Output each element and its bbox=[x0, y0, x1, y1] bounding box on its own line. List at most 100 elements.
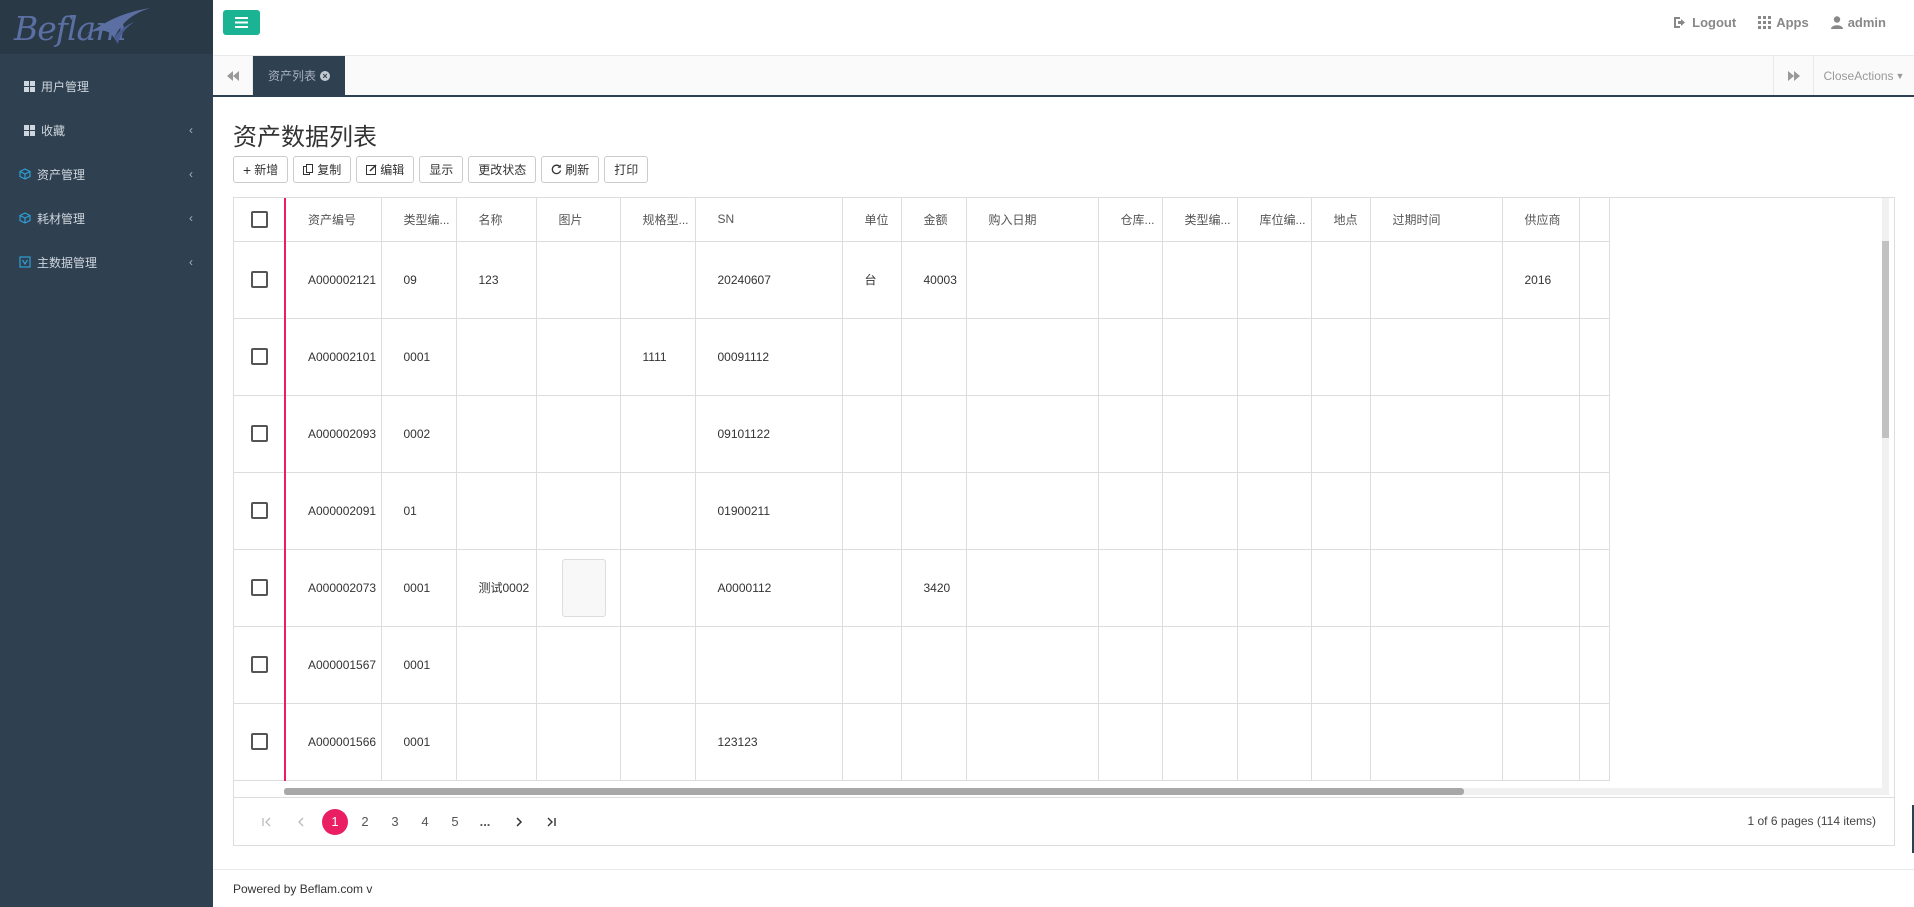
page-info: 1 of 6 pages (114 items) bbox=[1747, 814, 1876, 828]
sidebar-item-label: 收藏 bbox=[41, 123, 66, 138]
table-cell bbox=[1502, 395, 1580, 473]
page-ellipsis[interactable]: ... bbox=[472, 809, 498, 835]
horizontal-scrollbar[interactable] bbox=[284, 788, 1889, 795]
column-header[interactable]: 类型编... bbox=[1162, 198, 1238, 242]
apps-link[interactable]: Apps bbox=[1758, 15, 1809, 30]
column-header[interactable]: 资产编号 bbox=[285, 198, 382, 242]
print-label: 打印 bbox=[614, 163, 639, 177]
bird-logo-icon bbox=[86, 8, 150, 44]
main-content: 资产数据列表 + 新增 复制 编辑 显示 更改状态 刷新 打印 资产编号 类型编… bbox=[213, 97, 1914, 869]
first-page-icon bbox=[262, 817, 271, 826]
user-name: admin bbox=[1847, 15, 1886, 30]
sidebar-item-1[interactable]: 收藏 ‹ bbox=[0, 108, 213, 152]
sidebar-menu: 用户管理 收藏 ‹ 资产管理 ‹ 耗材管理 ‹ 主数据管理 ‹ bbox=[0, 54, 213, 284]
tab-scroll-left-button[interactable] bbox=[213, 56, 253, 95]
column-header[interactable]: 地点 bbox=[1311, 198, 1371, 242]
column-header[interactable]: 名称 bbox=[456, 198, 537, 242]
row-checkbox[interactable] bbox=[250, 271, 268, 288]
refresh-button[interactable]: 刷新 bbox=[541, 156, 600, 183]
column-header[interactable]: 规格型... bbox=[620, 198, 696, 242]
sidebar-item-4[interactable]: 主数据管理 ‹ bbox=[0, 240, 213, 284]
table-row[interactable]: A000001566 0001 123123 bbox=[234, 703, 1610, 781]
column-header[interactable]: 金额 bbox=[901, 198, 967, 242]
table-cell: 0001 bbox=[381, 318, 457, 396]
sidebar-item-2[interactable]: 资产管理 ‹ bbox=[0, 152, 213, 196]
table-row[interactable]: A000002121 09 123 20240607 台 40003 2016 bbox=[234, 241, 1610, 319]
show-button[interactable]: 显示 bbox=[419, 156, 464, 183]
sidebar-item-0[interactable]: 用户管理 bbox=[0, 64, 213, 108]
table-row[interactable]: A000002091 01 01900211 bbox=[234, 472, 1610, 550]
column-header[interactable]: 类型编... bbox=[381, 198, 457, 242]
vertical-scrollbar[interactable] bbox=[1882, 198, 1889, 788]
row-checkbox[interactable] bbox=[250, 502, 268, 519]
table-cell: 09101122 bbox=[695, 395, 843, 473]
change-status-button[interactable]: 更改状态 bbox=[468, 156, 537, 183]
edit-button[interactable]: 编辑 bbox=[356, 156, 415, 183]
tab-scroll-right-button[interactable] bbox=[1773, 56, 1813, 95]
page-title: 资产数据列表 bbox=[233, 124, 377, 151]
horizontal-scroll-thumb[interactable] bbox=[284, 788, 1464, 795]
table-cell bbox=[842, 318, 902, 396]
vertical-scroll-thumb[interactable] bbox=[1882, 241, 1889, 438]
select-all-checkbox[interactable] bbox=[250, 210, 268, 228]
table-row[interactable]: A000002101 0001 1111 00091112 bbox=[234, 318, 1610, 396]
table-cell bbox=[1098, 626, 1163, 704]
logo[interactable]: Beflam bbox=[0, 0, 213, 54]
last-page-button[interactable] bbox=[538, 809, 564, 835]
refresh-icon bbox=[552, 164, 562, 175]
logout-link[interactable]: Logout bbox=[1673, 15, 1736, 30]
menu-toggle-button[interactable] bbox=[223, 10, 260, 35]
column-header[interactable]: 过期时间 bbox=[1370, 198, 1503, 242]
page-button-1[interactable]: 1 bbox=[322, 808, 348, 835]
column-header[interactable]: 图片 bbox=[536, 198, 621, 242]
table-cell bbox=[1162, 318, 1238, 396]
page-button-4[interactable]: 4 bbox=[412, 809, 438, 835]
row-checkbox[interactable] bbox=[250, 579, 268, 596]
next-page-button[interactable] bbox=[506, 809, 532, 835]
page-button-3[interactable]: 3 bbox=[382, 809, 408, 835]
page-button-2[interactable]: 2 bbox=[352, 809, 378, 835]
table-cell bbox=[536, 703, 621, 781]
table-cell: 01900211 bbox=[695, 472, 843, 550]
database-icon bbox=[19, 256, 31, 268]
column-header[interactable]: SN bbox=[695, 198, 843, 242]
column-header[interactable]: 购入日期 bbox=[966, 198, 1099, 242]
column-header[interactable]: 单位 bbox=[842, 198, 902, 242]
table-row[interactable]: A000001567 0001 bbox=[234, 626, 1610, 704]
row-checkbox[interactable] bbox=[250, 348, 268, 365]
table-cell bbox=[536, 395, 621, 473]
tab-asset-list[interactable]: 资产列表 × bbox=[253, 56, 345, 95]
column-header[interactable]: 供应商 bbox=[1502, 198, 1580, 242]
table-row[interactable]: A000002073 0001 测试0002 A0000112 3420 bbox=[234, 549, 1610, 627]
row-checkbox[interactable] bbox=[250, 656, 268, 673]
table-cell-extra bbox=[1579, 395, 1610, 473]
page-button-5[interactable]: 5 bbox=[442, 809, 468, 835]
row-checkbox[interactable] bbox=[250, 425, 268, 442]
table-cell: A000002101 bbox=[285, 318, 382, 396]
user-menu[interactable]: admin bbox=[1830, 15, 1886, 30]
print-button[interactable]: 打印 bbox=[604, 156, 649, 183]
table-cell: 0001 bbox=[381, 626, 457, 704]
table-cell bbox=[1098, 318, 1163, 396]
sidebar-item-3[interactable]: 耗材管理 ‹ bbox=[0, 196, 213, 240]
table-cell: 0001 bbox=[381, 549, 457, 627]
row-checkbox[interactable] bbox=[250, 733, 268, 750]
prev-page-button[interactable] bbox=[288, 809, 314, 835]
table-cell bbox=[1237, 241, 1312, 319]
cube-icon bbox=[19, 168, 31, 180]
column-header[interactable]: 仓库... bbox=[1098, 198, 1163, 242]
table-cell: A000002073 bbox=[285, 549, 382, 627]
copy-button[interactable]: 复制 bbox=[293, 156, 352, 183]
table-cell bbox=[1502, 549, 1580, 627]
table-cell bbox=[966, 626, 1099, 704]
table-cell bbox=[901, 472, 967, 550]
table-cell-extra bbox=[1579, 703, 1610, 781]
table-cell bbox=[842, 395, 902, 473]
asset-thumbnail-image[interactable] bbox=[561, 558, 606, 617]
tab-close-icon[interactable]: × bbox=[320, 70, 330, 81]
table-row[interactable]: A000002093 0002 09101122 bbox=[234, 395, 1610, 473]
column-header[interactable]: 库位编... bbox=[1237, 198, 1312, 242]
add-button[interactable]: + 新增 bbox=[233, 156, 289, 183]
close-actions-dropdown[interactable]: CloseActions ▼ bbox=[1813, 56, 1914, 95]
first-page-button[interactable] bbox=[254, 809, 280, 835]
